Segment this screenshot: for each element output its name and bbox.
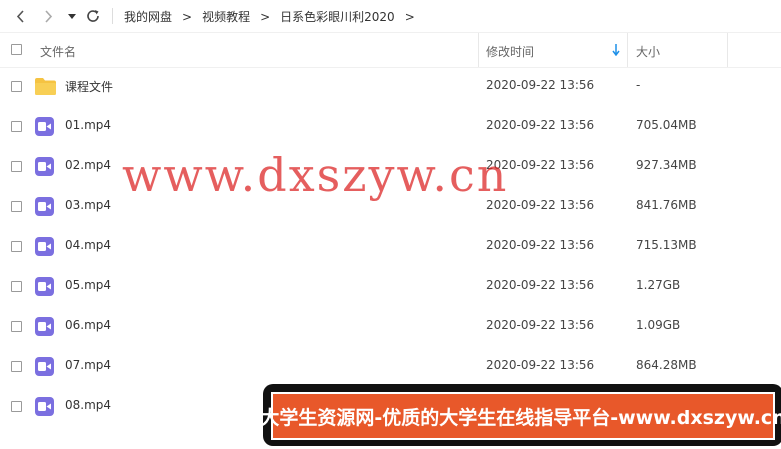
breadcrumb-separator: >	[260, 9, 271, 24]
file-name[interactable]: 课程文件	[65, 78, 113, 95]
back-button[interactable]	[12, 7, 28, 25]
breadcrumb-item-current-folder[interactable]: 日系色彩眼川利2020	[280, 8, 395, 25]
video-file-icon	[35, 397, 54, 416]
history-dropdown-button[interactable]	[66, 7, 78, 25]
caret-down-icon	[68, 13, 76, 19]
breadcrumb-separator: >	[182, 9, 193, 24]
file-name[interactable]: 08.mp4	[65, 398, 111, 412]
file-name[interactable]: 03.mp4	[65, 198, 111, 212]
file-name[interactable]: 01.mp4	[65, 118, 111, 132]
file-list-header: 文件名 修改时间 大小	[0, 32, 781, 68]
row-checkbox[interactable]	[11, 321, 22, 332]
file-modified: 2020-09-22 13:56	[486, 118, 595, 132]
file-modified: 2020-09-22 13:56	[486, 278, 595, 292]
file-row[interactable]: 课程文件 2020-09-22 13:56 -	[0, 66, 781, 106]
breadcrumb-item-my-drive[interactable]: 我的网盘	[124, 8, 172, 25]
row-checkbox[interactable]	[11, 81, 22, 92]
column-header-size[interactable]: 大小	[636, 43, 660, 60]
video-file-icon	[35, 237, 54, 256]
column-divider[interactable]	[627, 33, 628, 67]
column-header-name[interactable]: 文件名	[40, 43, 76, 60]
refresh-icon	[87, 10, 99, 22]
watermark-text: www.dxszyw.cn	[122, 148, 509, 202]
video-file-icon	[35, 357, 54, 376]
folder-icon	[35, 78, 56, 95]
file-size: 927.34MB	[636, 158, 697, 172]
video-file-icon	[35, 157, 54, 176]
breadcrumb: 我的网盘 > 视频教程 > 日系色彩眼川利2020 >	[124, 8, 425, 25]
promo-banner: 大学生资源网-优质的大学生在线指导平台-www.dxszyw.cn	[260, 392, 781, 440]
column-divider[interactable]	[727, 33, 728, 67]
chevron-left-icon	[16, 9, 24, 23]
file-modified: 2020-09-22 13:56	[486, 318, 595, 332]
file-name[interactable]: 02.mp4	[65, 158, 111, 172]
select-all-checkbox[interactable]	[11, 44, 22, 55]
row-checkbox[interactable]	[11, 401, 22, 412]
video-file-icon	[35, 277, 54, 296]
file-row[interactable]: 06.mp4 2020-09-22 13:56 1.09GB	[0, 306, 781, 346]
row-checkbox[interactable]	[11, 281, 22, 292]
breadcrumb-item-video-tutorials[interactable]: 视频教程	[202, 8, 250, 25]
file-size: 705.04MB	[636, 118, 697, 132]
row-checkbox[interactable]	[11, 361, 22, 372]
file-row[interactable]: 05.mp4 2020-09-22 13:56 1.27GB	[0, 266, 781, 306]
row-checkbox[interactable]	[11, 121, 22, 132]
file-modified: 2020-09-22 13:56	[486, 78, 595, 92]
file-size: 715.13MB	[636, 238, 697, 252]
file-size: -	[636, 78, 641, 92]
refresh-button[interactable]	[85, 7, 101, 25]
file-size: 1.27GB	[636, 278, 681, 292]
video-file-icon	[35, 197, 54, 216]
file-name[interactable]: 07.mp4	[65, 358, 111, 372]
file-name[interactable]: 05.mp4	[65, 278, 111, 292]
forward-button[interactable]	[40, 7, 56, 25]
breadcrumb-separator: >	[404, 9, 415, 24]
file-modified: 2020-09-22 13:56	[486, 358, 595, 372]
file-modified: 2020-09-22 13:56	[486, 238, 595, 252]
video-file-icon	[35, 317, 54, 336]
file-size: 841.76MB	[636, 198, 697, 212]
file-row[interactable]: 07.mp4 2020-09-22 13:56 864.28MB	[0, 346, 781, 386]
breadcrumb-divider	[112, 8, 113, 24]
file-size: 1.09GB	[636, 318, 681, 332]
arrow-down-icon[interactable]	[612, 44, 620, 56]
column-divider[interactable]	[478, 33, 479, 67]
row-checkbox[interactable]	[11, 161, 22, 172]
file-row[interactable]: 04.mp4 2020-09-22 13:56 715.13MB	[0, 226, 781, 266]
file-name[interactable]: 04.mp4	[65, 238, 111, 252]
video-file-icon	[35, 117, 54, 136]
file-size: 864.28MB	[636, 358, 697, 372]
file-row[interactable]: 01.mp4 2020-09-22 13:56 705.04MB	[0, 106, 781, 146]
file-name[interactable]: 06.mp4	[65, 318, 111, 332]
toolbar: 我的网盘 > 视频教程 > 日系色彩眼川利2020 >	[0, 0, 781, 32]
row-checkbox[interactable]	[11, 201, 22, 212]
chevron-right-icon	[44, 9, 52, 23]
row-checkbox[interactable]	[11, 241, 22, 252]
column-header-modified[interactable]: 修改时间	[486, 43, 534, 60]
